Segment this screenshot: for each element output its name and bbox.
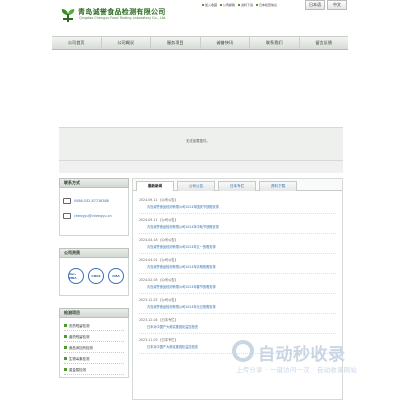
nav-about[interactable]: 公司概况 — [102, 37, 151, 49]
leaf-logo-icon — [61, 9, 75, 22]
top-links: 加入收藏 公司邮箱 资料下载 日本检查信息 — [202, 2, 277, 7]
nav-news[interactable]: 诚誉快讯 — [201, 37, 250, 49]
email-link[interactable]: chengyu@chengyu.cn — [74, 214, 112, 218]
nav-contact[interactable]: 联系我们 — [250, 37, 300, 49]
cert-box: ilac-MRA CNAS CMA — [59, 258, 129, 296]
list-item: 2024-09-11 【公司公告】 青岛诚誉食品检测有限公司2024年国庆节放假安… — [139, 194, 336, 214]
plugin-area — [59, 127, 343, 161]
news-title-link[interactable]: 青岛诚誉食品检测有限公司2024年中秋节放假安排 — [147, 224, 219, 229]
list-item[interactable]: 生物毒素检测 — [64, 353, 124, 364]
news-title-link[interactable]: 青岛诚誉食品检测有限公司2024年元旦放假安排 — [147, 304, 216, 309]
tab-latest-news[interactable]: 最新新闻 — [136, 181, 174, 191]
bullet-icon — [238, 3, 241, 6]
bullet-icon — [202, 3, 204, 6]
bullet-icon — [256, 3, 259, 6]
test-items-list: 农药残留检测 兽药残留检测 食品添加剂检测 生物毒素检测 重金属检测 — [59, 318, 129, 378]
bullet-icon — [64, 367, 67, 371]
lang-japanese-button[interactable]: 日本语 — [305, 0, 325, 10]
list-item: 2023-12-25 【公司公告】 青岛诚誉食品检测有限公司2024年元旦放假安排 — [139, 294, 336, 314]
news-list: 2024-09-11 【公司公告】 青岛诚誉食品检测有限公司2024年国庆节放假安… — [133, 191, 342, 357]
bullet-icon — [220, 3, 223, 6]
watermark-logo-icon — [232, 340, 254, 362]
cnas-logo: CNAS — [88, 268, 104, 284]
company-name-en: Qingdao Chengyu Food Testing Laboratory … — [79, 16, 167, 20]
phone-row: 0086-532-87718388 — [63, 198, 109, 204]
add-favorite-link[interactable]: 加入收藏 — [202, 2, 217, 7]
language-switcher: 日本语 中文 — [305, 0, 347, 10]
header: 青岛诚誉食品检测有限公司 Qingdao Chengyu Food Testin… — [0, 0, 400, 36]
bullet-icon — [64, 323, 67, 327]
news-title-link[interactable]: 青岛诚誉食品检测有限公司2024年五一放假安排 — [147, 244, 216, 249]
mail-icon — [63, 213, 71, 219]
nav-services[interactable]: 服务项目 — [151, 37, 201, 49]
watermark-subtext: 上传分享 · 一键访问一次 · 自动收录网站 — [236, 366, 358, 374]
company-mail-link[interactable]: 公司邮箱 — [220, 2, 235, 7]
news-tabs: 最新新闻 公司公告 日本专栏 资料下载 — [133, 179, 342, 191]
email-row: chengyu@chengyu.cn — [63, 213, 112, 219]
list-item[interactable]: 重金属检测 — [64, 364, 124, 375]
news-title-link[interactable]: 日本对中国产大蒜实施强化监控检查 — [147, 344, 198, 349]
lang-chinese-button[interactable]: 中文 — [327, 0, 347, 10]
contact-heading: 联系方式 — [59, 178, 129, 188]
bullet-icon — [64, 356, 67, 360]
main-nav: 公司首页 公司概况 服务项目 诚誉快讯 联系我们 留言反馈 — [52, 36, 348, 50]
list-item: 2024-09-11 【公司公告】 青岛诚誉食品检测有限公司2024年中秋节放假安… — [139, 214, 336, 234]
nav-home[interactable]: 公司首页 — [52, 37, 102, 49]
cma-logo: CMA — [108, 268, 124, 284]
tab-announcements[interactable]: 公司公告 — [177, 181, 215, 191]
phone-number: 0086-532-87718388 — [74, 199, 109, 203]
contact-box: 0086-532-87718388 chengyu@chengyu.cn — [59, 188, 129, 236]
bullet-icon — [64, 334, 67, 338]
tab-japan-column[interactable]: 日本专栏 — [218, 181, 256, 191]
list-item: 2023-12-04 【日本专栏】 日本对中国产大蒜实施强化监控检查 — [139, 314, 336, 334]
download-link[interactable]: 资料下载 — [238, 2, 253, 7]
tab-downloads[interactable]: 资料下载 — [259, 181, 297, 191]
list-item: 2024-02-05 【公司公告】 青岛诚誉食品检测有限公司2024年春节放假安排 — [139, 274, 336, 294]
list-item[interactable]: 兽药残留检测 — [64, 331, 124, 342]
ilac-logo: ilac-MRA — [68, 268, 84, 284]
banner — [59, 50, 343, 127]
sidebar: 联系方式 0086-532-87718388 chengyu@chengyu.c… — [59, 178, 129, 378]
phone-icon — [63, 198, 71, 204]
list-item[interactable]: 农药残留检测 — [64, 320, 124, 331]
watermark: 自动秒收录 上传分享 · 一键访问一次 · 自动收录网站 — [232, 338, 382, 384]
divider-band — [59, 161, 343, 173]
bullet-icon — [64, 345, 67, 349]
nav-feedback[interactable]: 留言反馈 — [300, 37, 349, 49]
list-item: 2024-04-01 【公司公告】 青岛诚誉食品检测有限公司2024年清明放假安排 — [139, 254, 336, 274]
items-heading: 检测项目 — [59, 308, 129, 318]
news-title-link[interactable]: 日本对中国产大蒜实施强化监控检查 — [147, 324, 198, 329]
plugin-error-text: 无法加载插件。 — [186, 139, 210, 143]
list-item: 2024-04-18 【公司公告】 青岛诚誉食品检测有限公司2024年五一放假安排 — [139, 234, 336, 254]
list-item[interactable]: 食品添加剂检测 — [64, 342, 124, 353]
watermark-text: 自动秒收录 — [258, 345, 346, 365]
japan-inspection-link[interactable]: 日本检查信息 — [256, 2, 277, 7]
cert-heading: 公司资质 — [59, 248, 129, 258]
news-title-link[interactable]: 青岛诚誉食品检测有限公司2024年清明放假安排 — [147, 264, 216, 269]
news-title-link[interactable]: 青岛诚誉食品检测有限公司2024年国庆节放假安排 — [147, 204, 219, 209]
news-title-link[interactable]: 青岛诚誉食品检测有限公司2024年春节放假安排 — [147, 284, 216, 289]
